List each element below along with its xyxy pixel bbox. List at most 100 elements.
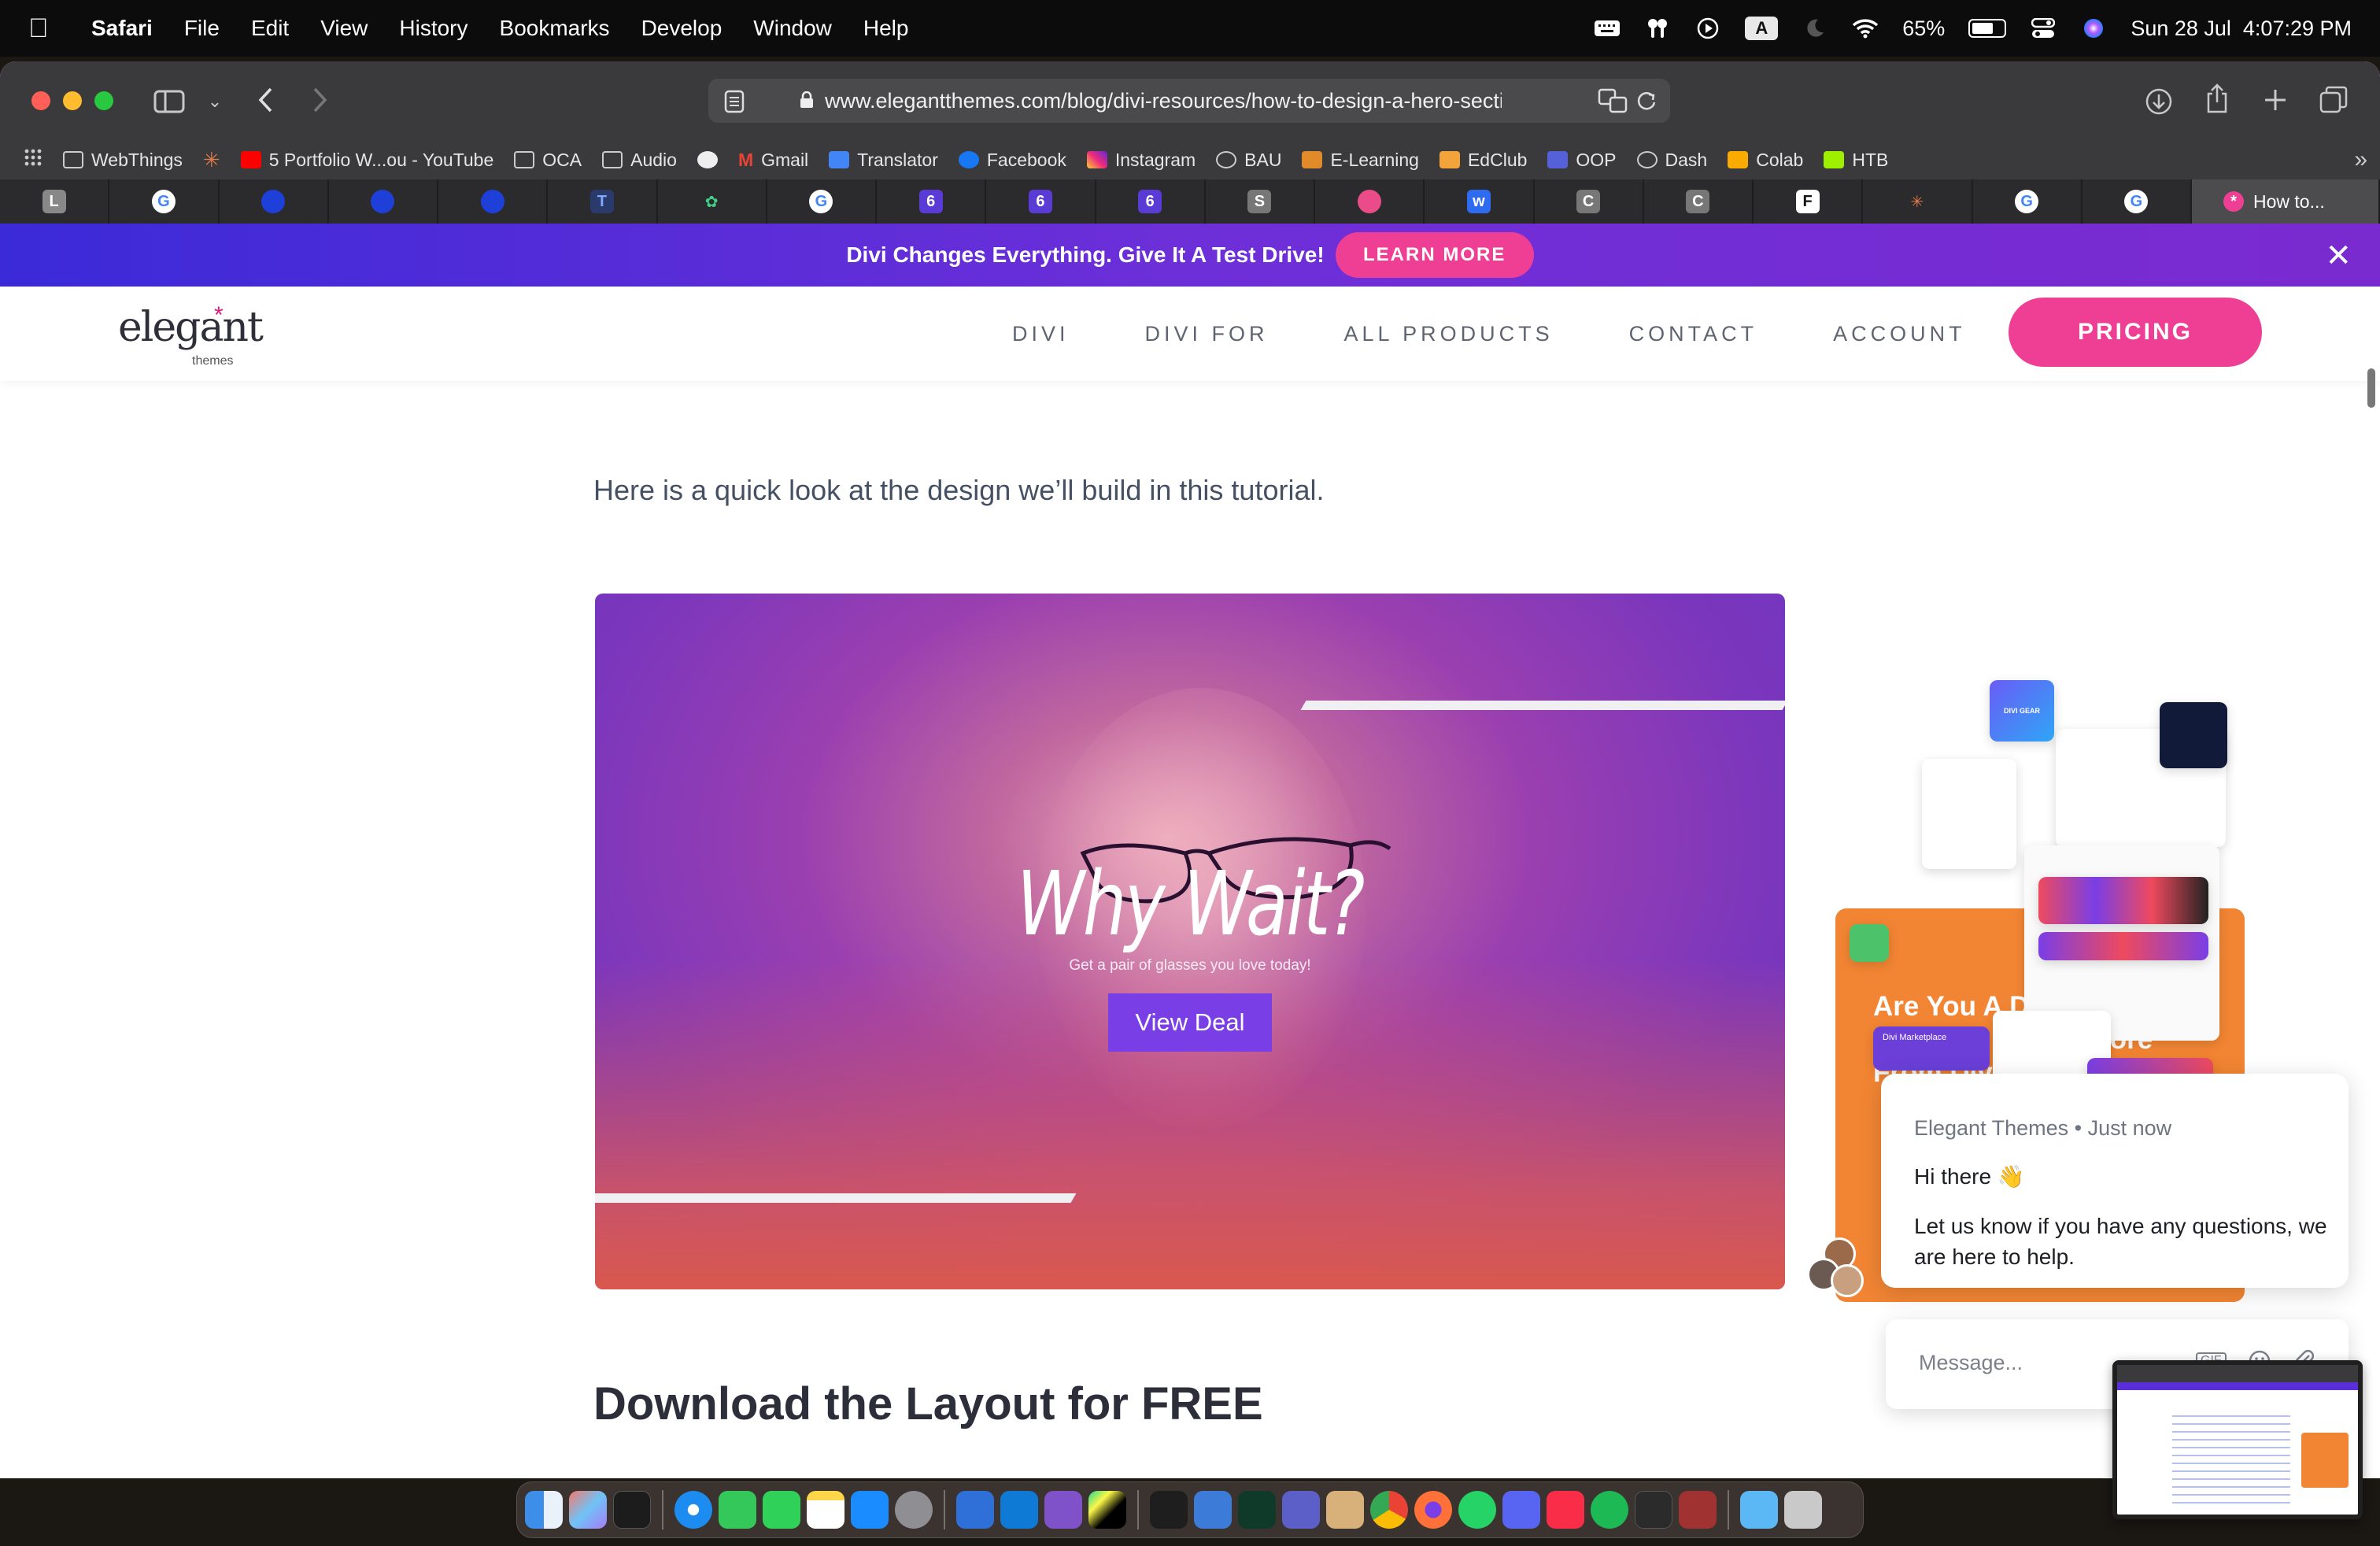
figma-icon[interactable] [1150, 1491, 1188, 1529]
downloads-folder-icon[interactable] [1740, 1491, 1778, 1529]
bookmark-colab[interactable]: Colab [1728, 150, 1803, 171]
music-icon[interactable] [1547, 1491, 1584, 1529]
tab[interactable] [1315, 179, 1425, 224]
learn-more-button[interactable]: LEARN MORE [1335, 232, 1534, 278]
notes-icon[interactable] [807, 1491, 844, 1529]
tab-active[interactable]: * How to... [2192, 179, 2380, 224]
pricing-button[interactable]: PRICING [2009, 298, 2262, 367]
tab[interactable]: C [1644, 179, 1754, 224]
sidebar-toggle-icon[interactable] [150, 82, 189, 121]
menu-edit[interactable]: Edit [235, 16, 305, 41]
chrome-icon[interactable] [1370, 1491, 1408, 1529]
reload-icon[interactable] [1635, 90, 1658, 117]
address-bar[interactable]: www.elegantthemes.com/blog/divi-resource… [708, 79, 1670, 123]
tab[interactable] [438, 179, 549, 224]
bookmark-edclub[interactable]: EdClub [1439, 150, 1527, 171]
input-source-icon[interactable]: A [1745, 17, 1779, 40]
more-bookmarks-chevron-icon[interactable]: » [2354, 146, 2367, 173]
elegant-themes-logo[interactable]: elegant * themes [118, 302, 264, 368]
trash-icon[interactable] [1784, 1491, 1822, 1529]
tab[interactable]: C [1535, 179, 1644, 224]
menu-window[interactable]: Window [737, 16, 848, 41]
tab[interactable]: ✳ [1863, 179, 1973, 224]
messages-icon[interactable] [763, 1491, 800, 1529]
back-arrow-icon[interactable] [246, 80, 285, 120]
tab[interactable]: S [1206, 179, 1315, 224]
nav-all-products[interactable]: ALL PRODUCTS [1344, 322, 1554, 346]
airpods-icon[interactable] [1644, 17, 1671, 39]
tab[interactable]: G [767, 179, 877, 224]
tab[interactable]: ✿ [658, 179, 767, 224]
bookmark-audio[interactable]: Audio [602, 150, 677, 171]
menu-app-name[interactable]: Safari [76, 16, 168, 41]
sourcetree-icon[interactable] [1194, 1491, 1232, 1529]
bookmark-bau[interactable]: BAU [1216, 150, 1281, 171]
bookmark-instagram[interactable]: Instagram [1086, 150, 1196, 171]
vscode-icon[interactable] [1000, 1491, 1038, 1529]
apps-grid-icon[interactable] [24, 148, 42, 172]
dictionary-icon[interactable] [1679, 1491, 1717, 1529]
downloads-icon[interactable] [2139, 82, 2179, 121]
terminal-icon[interactable] [1635, 1491, 1672, 1529]
chat-popup[interactable]: Elegant Themes • Just now Hi there 👋 Let… [1881, 1074, 2349, 1288]
system-settings-icon[interactable] [895, 1491, 933, 1529]
tab[interactable]: G [2082, 179, 2192, 224]
menu-bookmarks[interactable]: Bookmarks [484, 16, 626, 41]
bookmark-github[interactable] [697, 151, 718, 168]
keyboard-icon[interactable] [1594, 17, 1621, 39]
nav-divi-for[interactable]: DIVI FOR [1145, 322, 1269, 346]
spotify-icon[interactable] [1591, 1491, 1628, 1529]
tab[interactable]: G [1973, 179, 2082, 224]
nav-account[interactable]: ACCOUNT [1833, 322, 1966, 346]
bookmark-claude[interactable]: ✳ [203, 148, 220, 172]
visual-studio-icon[interactable] [1044, 1491, 1082, 1529]
bookmark-oca[interactable]: OCA [514, 150, 582, 171]
finder-icon[interactable] [525, 1491, 563, 1529]
close-icon[interactable]: ✕ [2325, 238, 2352, 274]
apple-menu-icon[interactable]:  [28, 13, 76, 44]
tab[interactable]: F [1754, 179, 1864, 224]
terminal-icon[interactable] [613, 1491, 651, 1529]
menu-file[interactable]: File [168, 16, 235, 41]
chevron-down-icon[interactable]: ⌄ [195, 82, 235, 121]
control-center-icon[interactable] [2030, 17, 2057, 39]
bookmark-webthings[interactable]: WebThings [63, 150, 183, 171]
forward-arrow-icon[interactable] [301, 80, 340, 120]
mongodb-compass-icon[interactable] [1238, 1491, 1276, 1529]
firefox-icon[interactable] [1414, 1491, 1452, 1529]
bookmark-htb[interactable]: HTB [1824, 150, 1888, 171]
menu-view[interactable]: View [305, 16, 383, 41]
reader-mode-icon[interactable] [724, 90, 745, 119]
share-icon[interactable] [2197, 79, 2237, 118]
minimize-window-button[interactable] [63, 91, 82, 110]
tab-overview-icon[interactable] [2314, 80, 2353, 120]
tab[interactable]: L [0, 179, 110, 224]
bookmark-oop[interactable]: OOP [1547, 150, 1617, 171]
tab[interactable]: T [548, 179, 658, 224]
tab[interactable]: 6 [986, 179, 1096, 224]
bookmark-youtube[interactable]: 5 Portfolio W...ou - YouTube [240, 150, 493, 171]
tab[interactable] [329, 179, 438, 224]
teams-icon[interactable] [1282, 1491, 1320, 1529]
clock[interactable]: Sun 28 Jul 4:07:29 PM [2131, 17, 2352, 41]
nav-contact[interactable]: CONTACT [1629, 322, 1758, 346]
tab[interactable]: G [109, 179, 220, 224]
screenshot-thumbnail[interactable] [2112, 1360, 2363, 1519]
launchpad-icon[interactable] [569, 1491, 607, 1529]
tab[interactable]: 6 [877, 179, 987, 224]
app-store-icon[interactable] [851, 1491, 889, 1529]
nav-divi[interactable]: DIVI [1012, 322, 1070, 346]
new-tab-icon[interactable] [2256, 80, 2295, 120]
siri-icon[interactable] [2080, 17, 2107, 39]
tab[interactable]: w [1425, 179, 1535, 224]
bookmark-elearning[interactable]: E-Learning [1302, 150, 1419, 171]
xcode-icon[interactable] [956, 1491, 994, 1529]
view-deal-button[interactable]: View Deal [1108, 993, 1272, 1052]
pycharm-icon[interactable] [1088, 1491, 1126, 1529]
facetime-icon[interactable] [719, 1491, 756, 1529]
now-playing-icon[interactable] [1694, 17, 1721, 39]
scrollbar-thumb[interactable] [2367, 368, 2375, 408]
menu-help[interactable]: Help [848, 16, 925, 41]
zoom-window-button[interactable] [94, 91, 113, 110]
tab[interactable] [220, 179, 329, 224]
